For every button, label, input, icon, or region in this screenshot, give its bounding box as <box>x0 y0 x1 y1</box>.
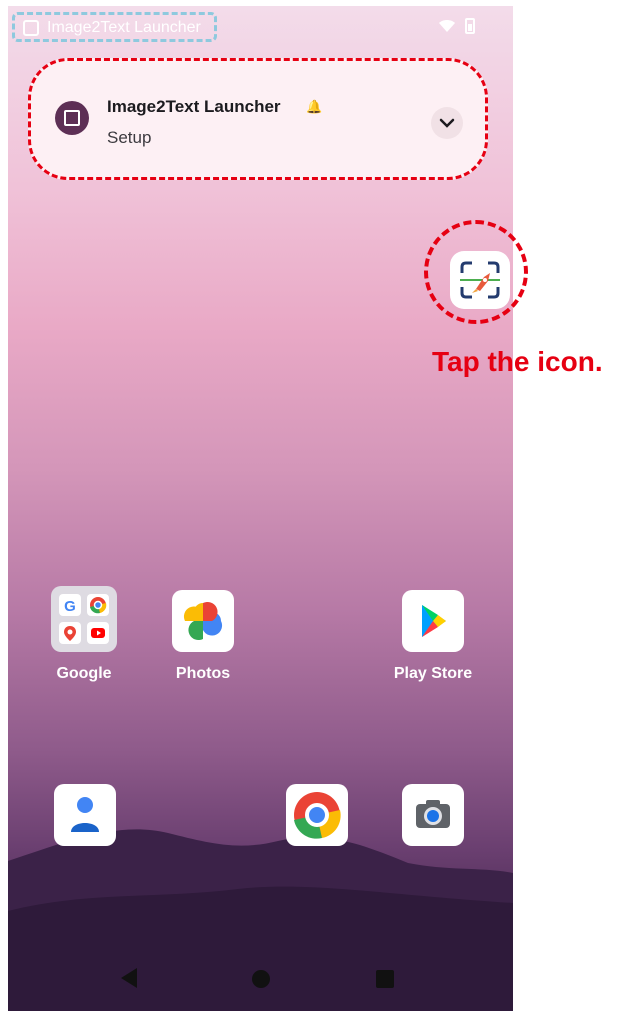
app-label-google: Google <box>56 665 112 682</box>
app-contacts[interactable] <box>40 784 130 846</box>
back-icon[interactable] <box>121 968 137 988</box>
home-screen: Image2Text Launcher Image2Text Launcher … <box>8 6 513 1011</box>
chrome-mini-icon <box>87 594 109 616</box>
camera-icon <box>402 784 464 846</box>
google-icon: G <box>59 594 81 616</box>
svg-text:G: G <box>64 598 76 615</box>
app-label-play-store: Play Store <box>393 665 473 682</box>
battery-icon <box>465 18 475 34</box>
image2text-small-icon <box>23 20 39 36</box>
notification-subtitle: Setup <box>107 128 152 147</box>
status-app-indicator: Image2Text Launcher <box>12 12 217 42</box>
image2text-icon <box>55 101 89 135</box>
app-chrome[interactable] <box>272 784 362 846</box>
chrome-icon <box>286 784 348 846</box>
tap-instruction: Tap the icon. <box>432 346 603 377</box>
navigation-bar <box>8 956 513 1011</box>
annotation-circle <box>424 220 528 324</box>
google-folder-icon: G <box>51 586 117 652</box>
expand-button[interactable] <box>431 107 463 139</box>
status-app-label: Image2Text Launcher <box>47 19 201 36</box>
app-play-store[interactable]: Play Store <box>388 590 478 683</box>
status-bar: Image2Text Launcher <box>8 6 513 46</box>
app-google-folder[interactable]: G Google <box>39 586 129 683</box>
maps-mini-icon <box>59 622 81 644</box>
play-store-icon <box>402 590 464 652</box>
notification-card[interactable]: Image2Text Launcher 🔔 Setup <box>28 58 488 180</box>
youtube-mini-icon <box>87 622 109 644</box>
app-camera[interactable] <box>388 784 478 846</box>
bell-icon: 🔔 <box>306 99 323 114</box>
contacts-icon <box>54 784 116 846</box>
app-photos[interactable]: Photos <box>158 590 248 683</box>
wifi-icon <box>439 20 455 32</box>
chevron-down-icon <box>439 118 455 128</box>
app-label-photos: Photos <box>175 665 231 682</box>
home-icon[interactable] <box>252 970 270 988</box>
photos-icon <box>172 590 234 652</box>
notification-title: Image2Text Launcher <box>107 97 281 116</box>
recents-icon[interactable] <box>376 970 394 988</box>
